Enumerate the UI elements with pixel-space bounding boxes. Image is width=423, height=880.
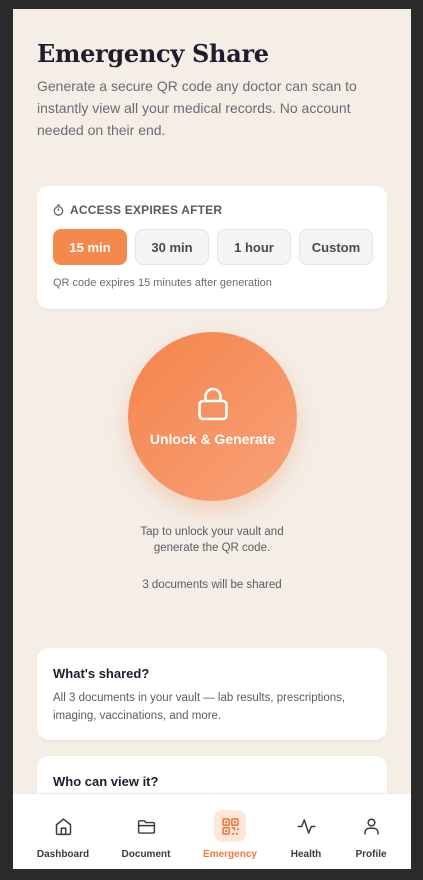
nav-item-dashboard[interactable]: Dashboard	[23, 810, 103, 860]
nav-item-profile[interactable]: Profile	[331, 810, 411, 860]
whats-shared-title: What's shared?	[53, 666, 150, 681]
unlock-hint-line-1: Tap to unlock your vault and	[140, 526, 284, 538]
who-can-view-title: Who can view it?	[53, 774, 159, 789]
activity-icon	[290, 810, 322, 842]
folder-icon	[130, 810, 162, 842]
unlock-hint: Tap to unlock your vault and generate th…	[13, 524, 411, 556]
page-subtitle: Generate a secure QR code any doctor can…	[37, 78, 357, 138]
user-icon	[355, 810, 387, 842]
expiry-heading-label: ACCESS EXPIRES AFTER	[70, 203, 223, 217]
nav-item-document[interactable]: Document	[106, 810, 186, 860]
expiry-heading: ACCESS EXPIRES AFTER	[53, 203, 222, 217]
unlock-generate-button[interactable]: Unlock & Generate	[128, 332, 297, 501]
nav-label-document: Document	[121, 849, 171, 860]
nav-item-emergency[interactable]: Emergency	[190, 810, 270, 860]
expiry-option-30-min[interactable]: 30 min	[135, 229, 209, 265]
expiry-option-custom[interactable]: Custom	[299, 229, 373, 265]
app-screen: Emergency Share Generate a secure QR cod…	[13, 9, 411, 869]
lock-icon	[197, 387, 228, 421]
timer-icon	[53, 204, 64, 216]
nav-label-emergency: Emergency	[203, 849, 257, 860]
unlock-hint-line-2: generate the QR code.	[153, 542, 271, 554]
expiry-option-15-min[interactable]: 15 min	[53, 229, 127, 265]
unlock-generate-label: Unlock & Generate	[149, 431, 276, 447]
whats-shared-text: All 3 documents in your vault — lab resu…	[53, 692, 346, 722]
expiry-card: ACCESS EXPIRES AFTER 15 min 30 min 1 hou…	[37, 186, 387, 309]
qr-code-icon	[214, 810, 246, 842]
expiry-note: QR code expires 15 minutes after generat…	[53, 277, 272, 289]
nav-label-profile: Profile	[355, 849, 387, 860]
nav-label-dashboard: Dashboard	[36, 849, 90, 860]
expiry-options: 15 min 30 min 1 hour Custom	[53, 229, 373, 265]
expiry-option-1-hour[interactable]: 1 hour	[217, 229, 291, 265]
whats-shared-card: What's shared? All 3 documents in your v…	[37, 648, 387, 740]
home-icon	[47, 810, 79, 842]
page-title: Emergency Share	[37, 39, 269, 68]
nav-label-health: Health	[290, 849, 322, 860]
document-count: 3 documents will be shared	[142, 579, 282, 591]
bottom-nav: Dashboard Document Emergency Health Prof…	[13, 793, 411, 869]
